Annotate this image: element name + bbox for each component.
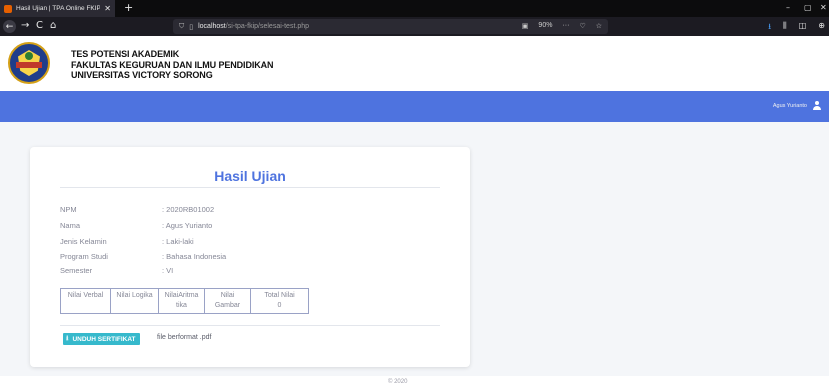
browser-nav-bar: ← → C ⌂ ⛉ ▯ localhost /si-tpa-fkip/seles…	[0, 17, 829, 36]
close-window-button[interactable]: ✕	[820, 3, 827, 12]
copyright: © 2020	[388, 379, 408, 385]
header-line-1: TES POTENSI AKADEMIK	[71, 49, 180, 59]
button-divider	[60, 325, 440, 326]
info-value: : VI	[162, 266, 174, 275]
browser-tab-bar: Hasil Ujian | TPA Online FKIP UVS ✕ + – …	[0, 0, 829, 17]
info-label: Jenis Kelamin	[60, 237, 107, 246]
tab-close-icon[interactable]: ✕	[104, 4, 111, 13]
sidebar-icon[interactable]: ◫	[799, 21, 807, 35]
top-navbar: Agus Yurianto	[0, 91, 829, 122]
score-cell: NilaiAritma tika	[158, 288, 205, 314]
pocket-icon[interactable]: ♡	[579, 22, 585, 30]
user-icon[interactable]	[813, 101, 821, 110]
info-value: : Agus Yurianto	[162, 221, 213, 230]
score-table: Nilai Verbal Nilai Logika NilaiAritma ti…	[60, 288, 309, 314]
score-cell: Total Nilai 0	[250, 288, 309, 314]
reload-button[interactable]: C	[36, 20, 43, 32]
header-line-3: UNIVERSITAS VICTORY SORONG	[71, 70, 213, 80]
url-bar[interactable]: ⛉ ▯ localhost /si-tpa-fkip/selesai-test.…	[173, 19, 608, 34]
university-logo	[8, 42, 50, 84]
bookmark-star-icon[interactable]: ☆	[596, 22, 602, 30]
title-divider	[60, 187, 440, 188]
tab-title: Hasil Ujian | TPA Online FKIP UVS	[16, 5, 101, 12]
info-label: Nama	[60, 221, 81, 230]
score-label: NilaiAritma tika	[164, 292, 199, 309]
score-cell: Nilai Gambar	[204, 288, 251, 314]
download-icon: ⭳	[66, 333, 69, 342]
download-certificate-button[interactable]: ⭳ UNDUH SERTIFIKAT	[63, 333, 140, 345]
card-title: Hasil Ujian	[214, 168, 286, 184]
zoom-level[interactable]: 90%	[538, 22, 552, 30]
page-icon: ▯	[189, 22, 194, 31]
shield-icon[interactable]: ⛉	[179, 22, 184, 31]
new-tab-button[interactable]: +	[124, 1, 133, 14]
info-label: Semester	[60, 266, 93, 275]
download-note: file berformat .pdf	[157, 334, 212, 341]
download-icon[interactable]: ⭳	[768, 21, 771, 35]
url-actions: ▣ 90% ··· ♡ ☆	[522, 22, 602, 30]
table-row: Nilai Verbal Nilai Logika NilaiAritma ti…	[60, 288, 309, 314]
result-card: Hasil Ujian NPM : 2020RB01002 Nama : Agu…	[30, 147, 470, 367]
info-value: : 2020RB01002	[162, 205, 215, 214]
institution-title: TES POTENSI AKADEMIK FAKULTAS KEGURUAN D…	[71, 49, 274, 81]
reader-view-icon[interactable]: ▣	[522, 22, 529, 30]
user-name[interactable]: Agus Yurianto	[773, 103, 807, 109]
page-actions-icon[interactable]: ···	[562, 22, 569, 30]
browser-tab[interactable]: Hasil Ujian | TPA Online FKIP UVS ✕	[0, 0, 115, 17]
url-path: /si-tpa-fkip/selesai-test.php	[225, 23, 310, 30]
home-button[interactable]: ⌂	[50, 20, 56, 32]
score-label: Nilai Logika	[116, 292, 153, 299]
page-header: TES POTENSI AKADEMIK FAKULTAS KEGURUAN D…	[0, 36, 829, 91]
library-icon[interactable]: ⫼	[783, 21, 787, 35]
url-host: localhost	[198, 23, 226, 30]
forward-button[interactable]: →	[21, 20, 29, 32]
page-footer: © 2020	[0, 376, 829, 388]
score-label: Total Nilai	[264, 292, 295, 299]
header-line-2: FAKULTAS KEGURUAN DAN ILMU PENDIDIKAN	[71, 59, 274, 70]
maximize-button[interactable]: ▢	[804, 3, 812, 12]
score-label: Nilai Verbal	[67, 292, 104, 299]
back-button[interactable]: ←	[3, 20, 16, 33]
info-value: : Bahasa Indonesia	[162, 252, 227, 261]
account-icon[interactable]: ⊕	[818, 21, 825, 35]
minimize-button[interactable]: –	[786, 3, 790, 12]
browser-toolbar: ⭳ ⫼ ◫ ⊕	[768, 21, 825, 35]
score-cell: Nilai Logika	[110, 288, 159, 314]
info-label: NPM	[60, 205, 77, 214]
score-label: Nilai Gambar	[214, 292, 241, 309]
download-label: UNDUH SERTIFIKAT	[72, 335, 136, 343]
score-cell: Nilai Verbal	[60, 288, 111, 314]
info-value: : Laki-laki	[162, 237, 194, 246]
info-label: Program Studi	[60, 252, 108, 261]
score-value: 0	[277, 302, 282, 309]
favicon-icon	[4, 4, 12, 13]
